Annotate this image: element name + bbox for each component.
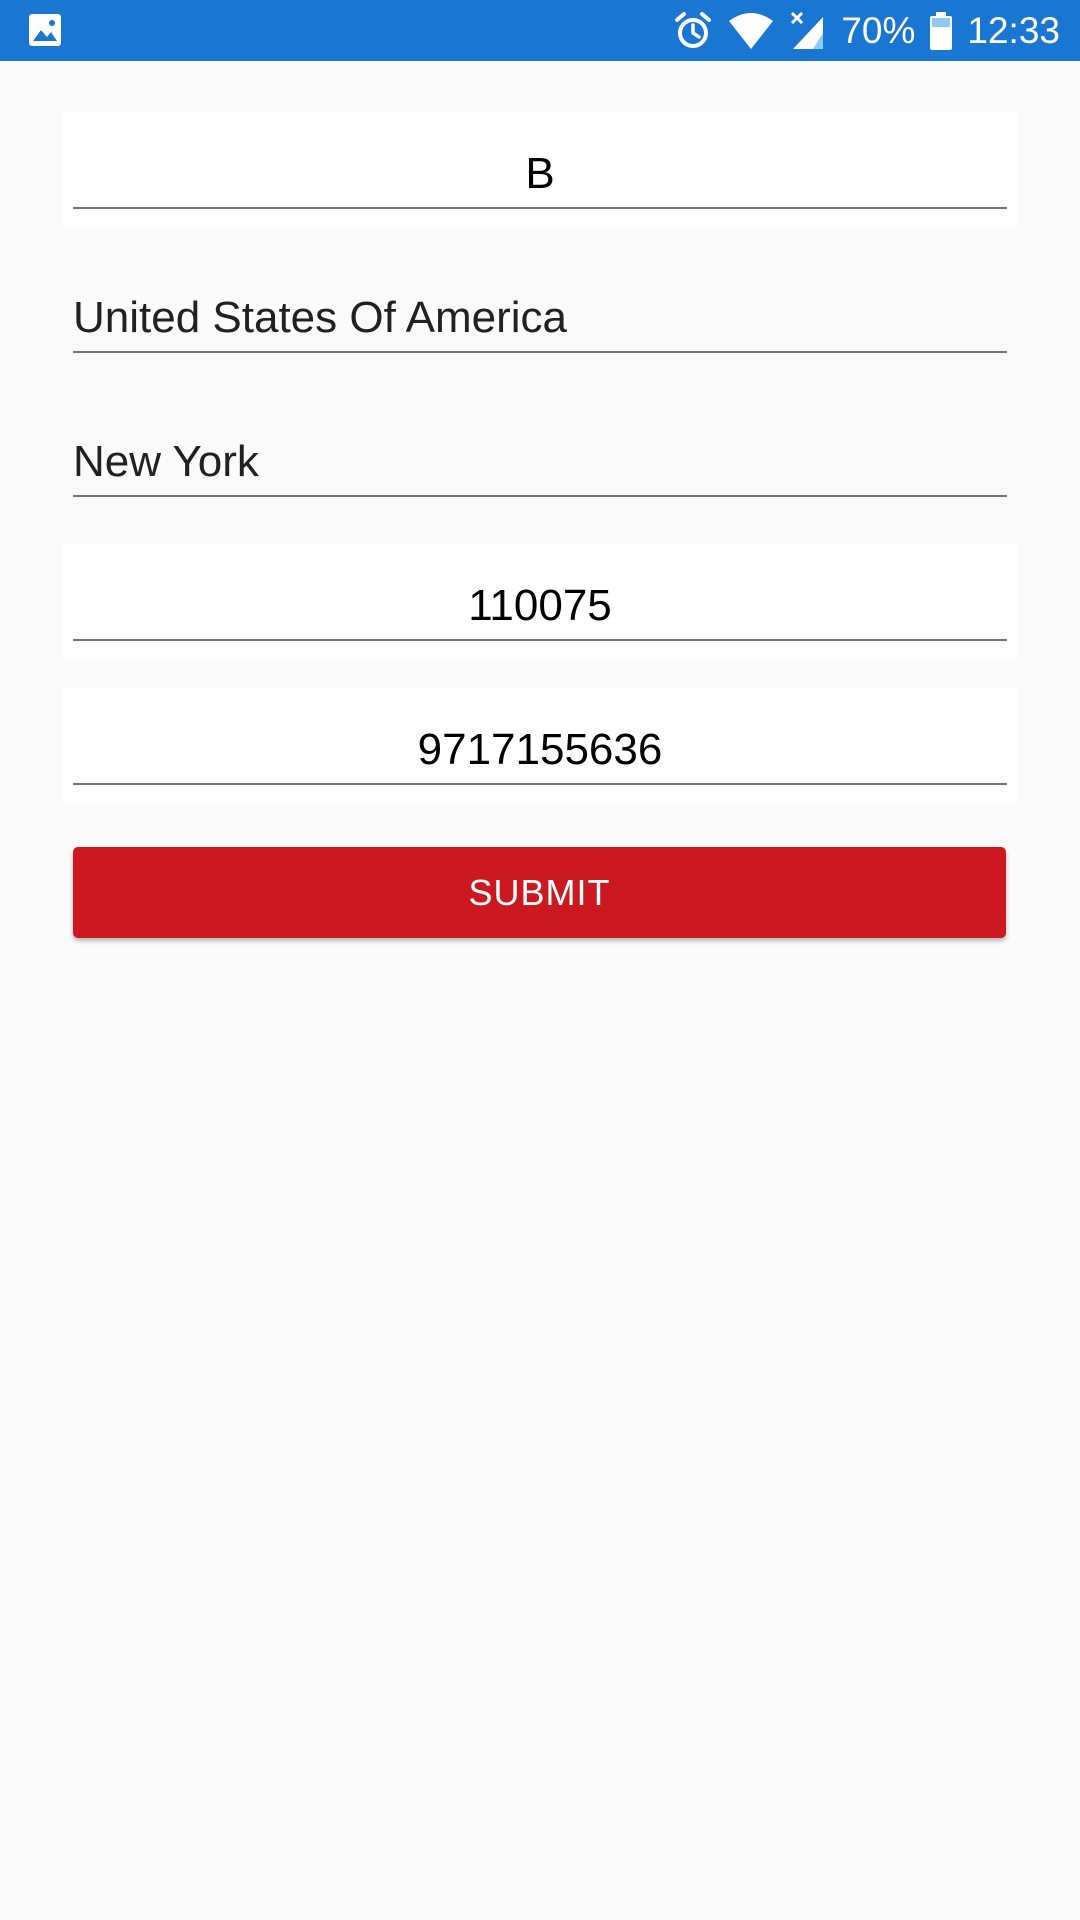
city-field-container: New York xyxy=(63,400,1017,515)
phone-input[interactable]: 9717155636 xyxy=(73,710,1007,785)
battery-percent: 70% xyxy=(841,10,916,51)
country-input[interactable]: United States Of America xyxy=(73,278,1007,353)
pincode-field-container: 110075 xyxy=(63,544,1017,659)
country-field-container: United States Of America xyxy=(63,256,1017,371)
name-input[interactable]: B xyxy=(73,134,1007,209)
name-field-container: B xyxy=(63,112,1017,227)
phone-field-container: 9717155636 xyxy=(63,688,1017,803)
image-icon xyxy=(28,13,62,47)
submit-button[interactable]: SUBMIT xyxy=(73,847,1006,938)
clock: 12:33 xyxy=(967,10,1060,51)
signal-icon xyxy=(789,11,827,51)
city-input[interactable]: New York xyxy=(73,422,1007,497)
battery-icon xyxy=(929,11,953,51)
status-bar: 70% 12:33 xyxy=(0,0,1080,61)
wifi-icon xyxy=(727,11,775,51)
alarm-icon xyxy=(673,11,713,51)
pincode-input[interactable]: 110075 xyxy=(73,566,1007,641)
